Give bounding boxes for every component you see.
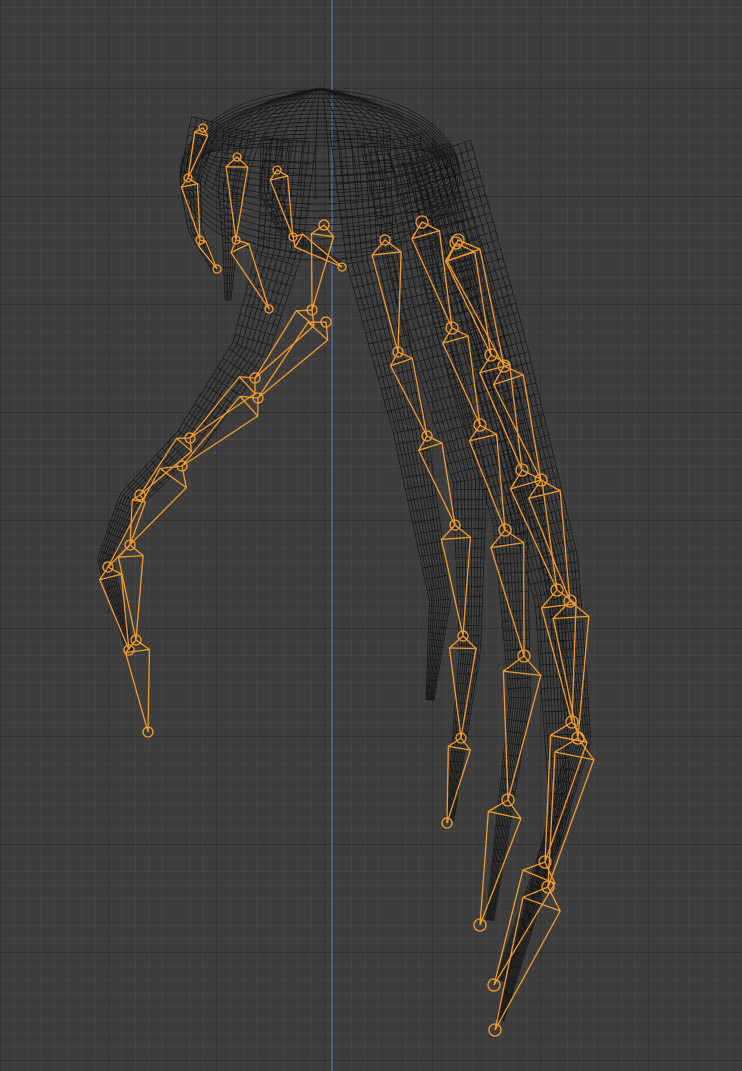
viewport-scene xyxy=(96,0,595,1071)
hair-mesh-wireframe[interactable] xyxy=(96,87,591,1022)
left-long-chain-bone-1[interactable] xyxy=(310,219,335,311)
hair-strand-back-d xyxy=(409,140,591,1022)
left-side-chain-bone-3[interactable] xyxy=(107,460,188,568)
left-long-chain-bone-2[interactable] xyxy=(254,304,318,379)
3d-viewport[interactable] xyxy=(0,0,742,1071)
left-side-chain-bone-1[interactable] xyxy=(257,316,332,399)
hair-strand-back-c xyxy=(390,143,531,921)
